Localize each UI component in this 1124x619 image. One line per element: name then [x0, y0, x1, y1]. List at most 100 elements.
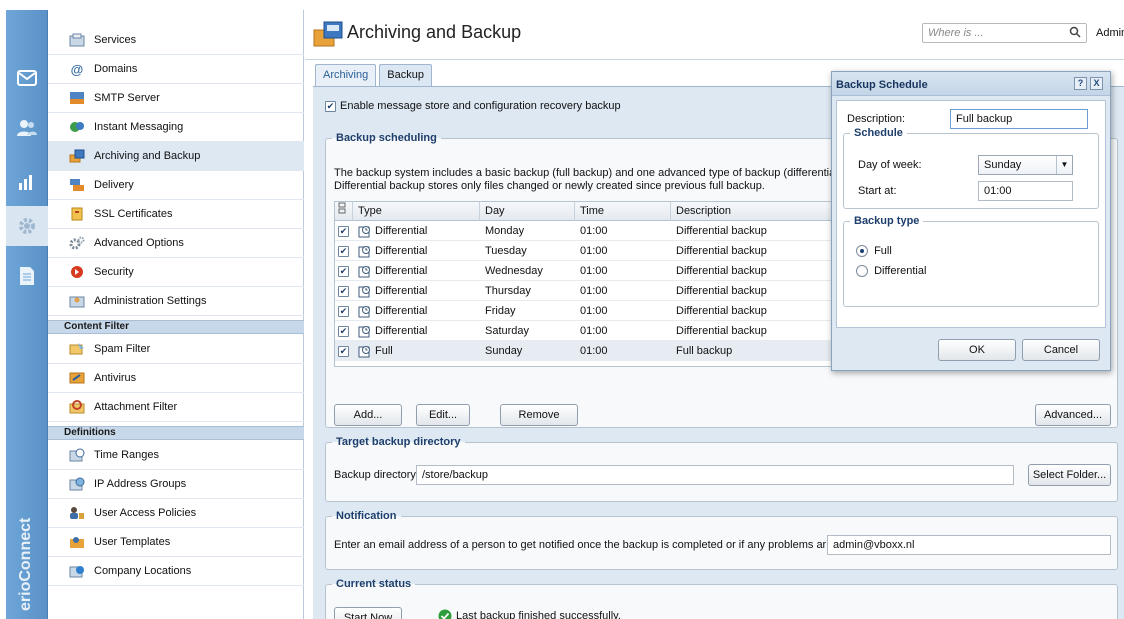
instant-messaging-icon — [68, 119, 86, 135]
add-button[interactable]: Add... — [334, 404, 402, 426]
nav-label: Time Ranges — [94, 449, 160, 461]
nav-label: Archiving and Backup — [94, 150, 201, 162]
domains-icon: @ — [70, 61, 84, 77]
nav-item-company-locations[interactable]: Company Locations — [48, 557, 304, 586]
notification-email-input[interactable]: admin@vboxx.nl — [827, 535, 1111, 555]
dialog-backup-type-group: Backup type Full Differential — [843, 215, 1099, 307]
dialog-description-label: Description: — [847, 113, 906, 125]
archiving-backup-title-icon — [313, 20, 343, 48]
nav-item-domains[interactable]: @ Domains — [48, 55, 304, 84]
nav-item-user-templates[interactable]: User Templates — [48, 528, 304, 557]
nav-item-user-access-policies[interactable]: User Access Policies — [48, 499, 304, 528]
archiving-backup-icon — [68, 148, 86, 164]
nav-item-security[interactable]: Security — [48, 258, 304, 287]
dialog-title-bar[interactable]: Backup Schedule ? X — [832, 72, 1110, 96]
search-box[interactable] — [922, 23, 1087, 43]
nav-item-attachment-filter[interactable]: Attachment Filter — [48, 393, 304, 422]
row-time: 01:00 — [580, 265, 608, 277]
tab-bar: Archiving Backup — [315, 64, 435, 86]
contacts-icon[interactable] — [6, 110, 48, 146]
title-bar: Archiving and Backup Admin — [305, 10, 1124, 60]
current-status-legend: Current status — [336, 578, 412, 590]
type-differential-radio[interactable] — [856, 265, 868, 278]
nav-item-antivirus[interactable]: Antivirus — [48, 364, 304, 393]
advanced-button[interactable]: Advanced... — [1035, 404, 1111, 426]
nav-item-spam-filter[interactable]: Spam Filter — [48, 335, 304, 364]
time-ranges-icon — [68, 447, 86, 463]
success-check-icon — [438, 609, 452, 619]
nav-item-ip-address-groups[interactable]: IP Address Groups — [48, 470, 304, 499]
row-type: Differential — [375, 325, 428, 337]
nav-label: User Access Policies — [94, 507, 197, 519]
dialog-body: Description: Full backup Schedule Day of… — [836, 100, 1106, 328]
start-at-label: Start at: — [858, 185, 897, 197]
status-text: Last backup finished successfully. — [456, 610, 621, 619]
edit-button[interactable]: Edit... — [416, 404, 470, 426]
enable-backup-checkbox[interactable]: ✔ — [325, 100, 336, 112]
row-day: Wednesday — [485, 265, 543, 277]
schedule-type-icon — [358, 345, 371, 358]
row-day: Sunday — [485, 345, 523, 357]
search-input[interactable] — [923, 24, 1053, 42]
row-type: Differential — [375, 305, 428, 317]
row-enabled-checkbox[interactable]: ✔ — [338, 245, 349, 257]
day-of-week-select[interactable]: Sunday ▼ — [978, 155, 1073, 175]
navigation-pane: Services @ Domains SMTP Server Instant M… — [48, 10, 304, 619]
backup-directory-input[interactable]: /store/backup — [416, 465, 1014, 485]
tab-archiving[interactable]: Archiving — [315, 64, 377, 86]
advanced-options-icon — [68, 235, 86, 251]
dialog-cancel-button[interactable]: Cancel — [1022, 339, 1100, 361]
row-enabled-checkbox[interactable]: ✔ — [338, 345, 349, 357]
dialog-ok-button[interactable]: OK — [938, 339, 1016, 361]
remove-button[interactable]: Remove — [500, 404, 578, 426]
row-enabled-checkbox[interactable]: ✔ — [338, 225, 349, 237]
column-time[interactable]: Time — [575, 202, 671, 221]
tab-backup[interactable]: Backup — [379, 64, 432, 86]
nav-item-administration-settings[interactable]: Administration Settings — [48, 287, 304, 316]
mail-icon[interactable] — [6, 60, 48, 96]
configuration-gear-icon[interactable] — [6, 206, 48, 246]
backup-scheduling-legend: Backup scheduling — [336, 132, 437, 144]
smtp-server-icon — [68, 90, 86, 106]
row-day: Saturday — [485, 325, 530, 337]
schedule-type-icon — [358, 245, 371, 258]
nav-item-instant-messaging[interactable]: Instant Messaging — [48, 113, 304, 142]
type-full-radio[interactable] — [856, 245, 868, 258]
statistics-icon[interactable] — [6, 164, 48, 200]
type-differential-option[interactable]: Differential — [856, 265, 926, 278]
current-status-group: Current status Start Now Last backup fin… — [325, 578, 1118, 619]
nav-item-time-ranges[interactable]: Time Ranges — [48, 441, 304, 470]
description-line: Differential backup stores only files ch… — [334, 180, 765, 192]
column-day[interactable]: Day — [480, 202, 575, 221]
nav-item-archiving-backup[interactable]: Archiving and Backup — [48, 142, 304, 171]
close-icon[interactable]: X — [1090, 77, 1103, 90]
type-full-option[interactable]: Full — [856, 245, 892, 258]
start-now-button[interactable]: Start Now — [334, 607, 402, 619]
nav-item-delivery[interactable]: Delivery — [48, 171, 304, 200]
nav-item-services[interactable]: Services — [48, 26, 304, 55]
nav-item-advanced-options[interactable]: Advanced Options — [48, 229, 304, 258]
user-menu[interactable]: Admin — [1096, 27, 1124, 39]
row-enabled-checkbox[interactable]: ✔ — [338, 285, 349, 297]
dialog-title: Backup Schedule — [836, 79, 928, 91]
nav-label: Administration Settings — [94, 295, 207, 307]
reports-icon[interactable] — [6, 258, 48, 294]
row-enabled-checkbox[interactable]: ✔ — [338, 305, 349, 317]
start-at-input[interactable]: 01:00 — [978, 181, 1073, 201]
column-type[interactable]: Type — [353, 202, 480, 221]
backup-directory-label: Backup directory: — [334, 469, 419, 481]
day-of-week-label: Day of week: — [858, 159, 922, 171]
dialog-description-input[interactable]: Full backup — [950, 109, 1088, 129]
row-enabled-checkbox[interactable]: ✔ — [338, 265, 349, 277]
column-enabled-icon[interactable] — [335, 202, 353, 221]
chevron-down-icon: ▼ — [1056, 156, 1072, 174]
help-icon[interactable]: ? — [1074, 77, 1087, 90]
nav-item-ssl-certificates[interactable]: SSL Certificates — [48, 200, 304, 229]
select-folder-button[interactable]: Select Folder... — [1028, 464, 1111, 486]
row-day: Monday — [485, 225, 525, 237]
nav-item-smtp-server[interactable]: SMTP Server — [48, 84, 304, 113]
row-enabled-checkbox[interactable]: ✔ — [338, 325, 349, 337]
row-time: 01:00 — [580, 245, 608, 257]
search-icon[interactable] — [1069, 26, 1083, 40]
nav-label: SMTP Server — [94, 92, 160, 104]
